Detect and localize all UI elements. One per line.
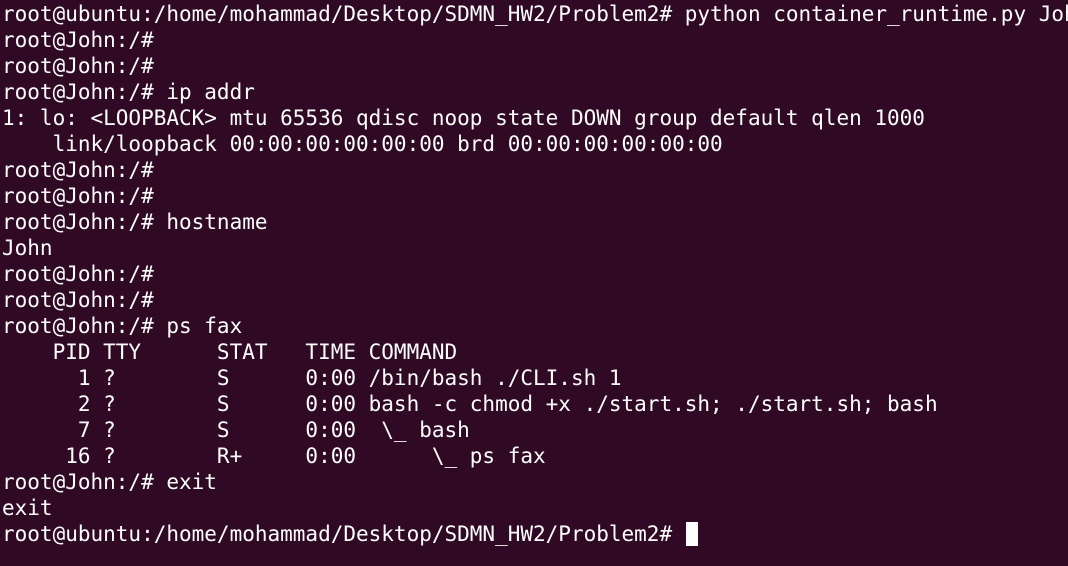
terminal-line: root@John:/# ip addr <box>2 80 255 104</box>
terminal-line: 2 ? S 0:00 bash -c chmod +x ./start.sh; … <box>2 392 938 416</box>
terminal-line: 1 ? S 0:00 /bin/bash ./CLI.sh 1 <box>2 366 622 390</box>
prompt-line[interactable]: root@ubuntu:/home/mohammad/Desktop/SDMN_… <box>0 521 1068 547</box>
terminal-line: root@John:/# <box>2 54 154 78</box>
terminal-line: root@John:/# <box>2 28 154 52</box>
terminal-line: 16 ? R+ 0:00 \_ ps fax <box>2 444 546 468</box>
terminal-line: root@John:/# hostname <box>2 210 268 234</box>
prompt-text: root@ubuntu:/home/mohammad/Desktop/SDMN_… <box>2 522 685 546</box>
terminal-line: root@ubuntu:/home/mohammad/Desktop/SDMN_… <box>2 2 1068 26</box>
terminal-line: root@John:/# <box>2 158 154 182</box>
terminal-line: root@John:/# ps fax <box>2 314 243 338</box>
terminal-line: John <box>2 236 53 260</box>
terminal-line: exit <box>2 496 53 520</box>
terminal-line: 7 ? S 0:00 \_ bash <box>2 418 470 442</box>
text-cursor <box>685 522 698 546</box>
terminal-line: link/loopback 00:00:00:00:00:00 brd 00:0… <box>2 132 723 156</box>
terminal-line: root@John:/# <box>2 262 154 286</box>
terminal-window[interactable]: root@ubuntu:/home/mohammad/Desktop/SDMN_… <box>0 0 1068 566</box>
terminal-line: 1: lo: <LOOPBACK> mtu 65536 qdisc noop s… <box>2 106 925 130</box>
terminal-line: root@John:/# <box>2 288 154 312</box>
terminal-line: root@John:/# exit <box>2 470 217 494</box>
terminal-line: PID TTY STAT TIME COMMAND <box>2 340 458 364</box>
terminal-line: root@John:/# <box>2 184 154 208</box>
